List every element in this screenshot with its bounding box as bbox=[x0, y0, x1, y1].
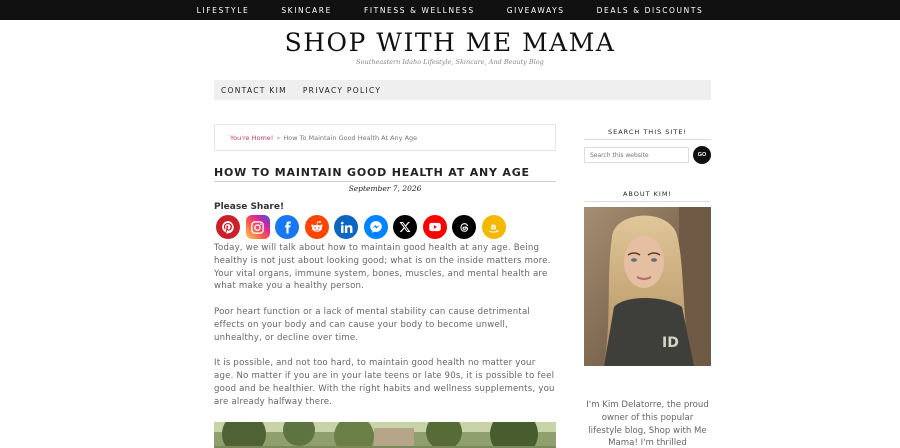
x-icon[interactable] bbox=[393, 215, 417, 239]
site-title[interactable]: SHOP WITH ME MAMA bbox=[0, 28, 900, 57]
nav-contact-kim[interactable]: CONTACT KIM bbox=[214, 86, 295, 95]
post-paragraph: Poor heart function or a lack of mental … bbox=[214, 306, 530, 343]
nav-lifestyle[interactable]: LIFESTYLE bbox=[181, 6, 266, 15]
secondary-navigation: CONTACT KIM PRIVACY POLICY bbox=[214, 80, 711, 100]
breadcrumb-home-link[interactable]: You're Home! bbox=[230, 134, 273, 142]
pinterest-icon[interactable] bbox=[216, 215, 240, 239]
nav-giveaways[interactable]: GIVEAWAYS bbox=[491, 6, 581, 15]
nav-privacy-policy[interactable]: PRIVACY POLICY bbox=[295, 86, 389, 95]
site-description: Southeastern Idaho Lifestyle, Skincare, … bbox=[356, 58, 544, 66]
post-title: HOW TO MAINTAIN GOOD HEALTH AT ANY AGE bbox=[214, 166, 556, 182]
about-kim-text: I'm Kim Delatorre, the proud owner of th… bbox=[586, 400, 709, 448]
threads-icon[interactable] bbox=[452, 215, 476, 239]
about-widget-title: ABOUT KIM! bbox=[584, 190, 711, 202]
reddit-icon[interactable] bbox=[304, 215, 329, 239]
share-label: Please Share! bbox=[214, 202, 285, 212]
nav-skincare[interactable]: SKINCARE bbox=[265, 6, 348, 15]
post-content: Today, we will talk about how to maintai… bbox=[214, 242, 556, 421]
svg-text:a: a bbox=[491, 222, 497, 232]
breadcrumb: You're Home! » How To Maintain Good Heal… bbox=[214, 124, 556, 151]
search-input[interactable] bbox=[584, 147, 689, 163]
nav-fitness-wellness[interactable]: FITNESS & WELLNESS bbox=[348, 6, 491, 15]
about-kim-photo: ID bbox=[584, 207, 711, 366]
breadcrumb-separator: » bbox=[276, 133, 281, 142]
top-navigation: LIFESTYLE SKINCARE FITNESS & WELLNESS GI… bbox=[0, 0, 900, 20]
linkedin-icon[interactable] bbox=[334, 215, 358, 239]
search-go-button[interactable]: GO bbox=[693, 146, 711, 164]
facebook-icon[interactable] bbox=[275, 215, 299, 239]
nav-deals-discounts[interactable]: DEALS & DISCOUNTS bbox=[581, 6, 720, 15]
post-featured-image bbox=[214, 422, 556, 448]
post-date: September 7, 2026 bbox=[348, 184, 422, 193]
post-paragraph: Today, we will talk about how to maintai… bbox=[214, 243, 551, 292]
breadcrumb-current: How To Maintain Good Health At Any Age bbox=[283, 133, 418, 142]
search-widget-title: SEARCH THIS SITE! bbox=[584, 128, 711, 140]
amazon-icon[interactable]: a bbox=[481, 215, 506, 239]
youtube-icon[interactable] bbox=[422, 215, 447, 239]
page-body: SHOP WITH ME MAMA Southeastern Idaho Lif… bbox=[0, 20, 900, 448]
post-paragraph: It is possible, and not too hard, to mai… bbox=[214, 358, 555, 407]
instagram-icon[interactable] bbox=[245, 215, 270, 239]
messenger-icon[interactable] bbox=[363, 215, 388, 239]
share-buttons: a bbox=[216, 215, 506, 239]
svg-text:ID: ID bbox=[662, 335, 679, 351]
